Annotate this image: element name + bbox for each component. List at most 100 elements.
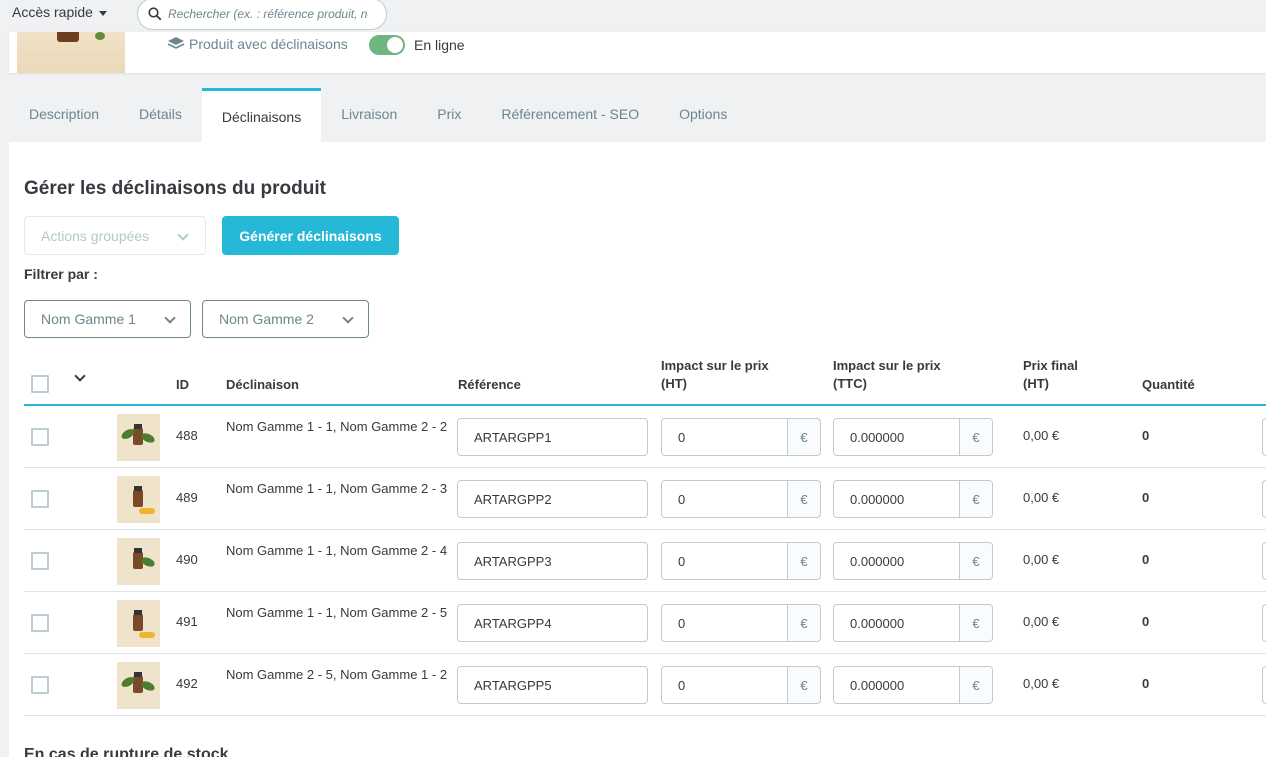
- row-quantity: 0: [1142, 428, 1150, 443]
- reference-input[interactable]: [457, 542, 648, 580]
- col-quantity: Quantité: [1142, 377, 1195, 392]
- layers-icon: [167, 37, 185, 49]
- impact-ttc-field[interactable]: €: [833, 604, 993, 642]
- impact-ht-input[interactable]: [662, 667, 787, 703]
- col-impact-ht-line1: Impact sur le prix: [661, 358, 769, 373]
- reference-input[interactable]: [457, 604, 648, 642]
- quick-access-menu[interactable]: Accès rapide: [12, 4, 107, 20]
- table-row: 490 Nom Gamme 1 - 1, Nom Gamme 2 - 4 € €…: [24, 530, 1266, 592]
- impact-ht-input[interactable]: [662, 543, 787, 579]
- tab-description[interactable]: Description: [9, 88, 119, 142]
- row-quantity: 0: [1142, 490, 1150, 505]
- tab-details[interactable]: Détails: [119, 88, 202, 142]
- bulk-actions-label: Actions groupées: [41, 227, 150, 244]
- filter-label: Filtrer par :: [24, 266, 98, 282]
- euro-addon: €: [787, 481, 820, 517]
- out-of-stock-title: En cas de rupture de stock: [24, 746, 229, 757]
- row-extra-field[interactable]: [1262, 542, 1266, 580]
- select-all-checkbox[interactable]: [31, 375, 49, 393]
- row-extra-field[interactable]: [1262, 604, 1266, 642]
- filter-select-gamme-2[interactable]: Nom Gamme 2: [202, 300, 369, 338]
- impact-ttc-input[interactable]: [834, 667, 959, 703]
- impact-ttc-field[interactable]: €: [833, 542, 993, 580]
- col-impact-ht: Impact sur le prix (HT): [661, 357, 769, 393]
- col-declinaison: Déclinaison: [226, 377, 299, 392]
- impact-ht-input[interactable]: [662, 605, 787, 641]
- euro-addon: €: [787, 667, 820, 703]
- row-checkbox[interactable]: [31, 490, 49, 508]
- row-thumbnail: [117, 600, 160, 647]
- row-thumbnail: [117, 476, 160, 523]
- caret-down-icon: [98, 10, 107, 16]
- product-tabs: Description Détails Déclinaisons Livrais…: [9, 88, 747, 142]
- col-final-line1: Prix final: [1023, 358, 1078, 373]
- row-final-price: 0,00 €: [1023, 614, 1060, 629]
- online-toggle[interactable]: [369, 35, 405, 55]
- col-final-line2: (HT): [1023, 376, 1049, 391]
- impact-ttc-input[interactable]: [834, 481, 959, 517]
- row-checkbox[interactable]: [31, 428, 49, 446]
- col-impact-ht-line2: (HT): [661, 376, 687, 391]
- table-header: ID Déclinaison Référence Impact sur le p…: [24, 354, 1266, 406]
- filter-label-gamme-1: Nom Gamme 1: [41, 311, 136, 327]
- row-final-price: 0,00 €: [1023, 552, 1060, 567]
- combinations-panel: Gérer les déclinaisons du produit Action…: [9, 142, 1266, 757]
- reference-input[interactable]: [457, 418, 648, 456]
- row-thumbnail: [117, 662, 160, 709]
- row-checkbox[interactable]: [31, 614, 49, 632]
- chevron-down-icon: [164, 312, 176, 324]
- reference-input[interactable]: [457, 666, 648, 704]
- euro-addon: €: [959, 419, 992, 455]
- row-id: 491: [176, 614, 198, 629]
- row-id: 488: [176, 428, 198, 443]
- chevron-down-icon[interactable]: [74, 370, 86, 382]
- tab-prix[interactable]: Prix: [417, 88, 481, 142]
- filter-label-gamme-2: Nom Gamme 2: [219, 311, 314, 327]
- tab-seo[interactable]: Référencement - SEO: [481, 88, 659, 142]
- col-impact-ttc-line1: Impact sur le prix: [833, 358, 941, 373]
- table-row: 492 Nom Gamme 2 - 5, Nom Gamme 1 - 2 € €…: [24, 654, 1266, 716]
- impact-ht-field[interactable]: €: [661, 604, 821, 642]
- row-thumbnail: [117, 414, 160, 461]
- impact-ht-field[interactable]: €: [661, 480, 821, 518]
- table-row: 488 Nom Gamme 1 - 1, Nom Gamme 2 - 2 € €…: [24, 406, 1266, 468]
- euro-addon: €: [787, 543, 820, 579]
- table-row: 489 Nom Gamme 1 - 1, Nom Gamme 2 - 3 € €…: [24, 468, 1266, 530]
- row-final-price: 0,00 €: [1023, 676, 1060, 691]
- reference-input[interactable]: [457, 480, 648, 518]
- impact-ht-field[interactable]: €: [661, 666, 821, 704]
- bulk-actions-button[interactable]: Actions groupées: [24, 216, 206, 255]
- impact-ttc-field[interactable]: €: [833, 666, 993, 704]
- impact-ht-input[interactable]: [662, 419, 787, 455]
- euro-addon: €: [959, 667, 992, 703]
- euro-addon: €: [959, 481, 992, 517]
- search-input[interactable]: [168, 7, 368, 21]
- tab-options[interactable]: Options: [659, 88, 747, 142]
- table-row: 491 Nom Gamme 1 - 1, Nom Gamme 2 - 5 € €…: [24, 592, 1266, 654]
- impact-ht-field[interactable]: €: [661, 418, 821, 456]
- tab-declinaisons[interactable]: Déclinaisons: [201, 88, 322, 142]
- impact-ttc-input[interactable]: [834, 605, 959, 641]
- search-box[interactable]: [137, 0, 387, 30]
- impact-ht-field[interactable]: €: [661, 542, 821, 580]
- row-checkbox[interactable]: [31, 552, 49, 570]
- impact-ttc-input[interactable]: [834, 419, 959, 455]
- generate-combinations-button[interactable]: Générer déclinaisons: [222, 216, 399, 255]
- impact-ttc-field[interactable]: €: [833, 480, 993, 518]
- search-icon: [148, 7, 162, 21]
- col-id: ID: [176, 377, 189, 392]
- row-checkbox[interactable]: [31, 676, 49, 694]
- chevron-down-icon: [342, 312, 354, 324]
- tab-livraison[interactable]: Livraison: [321, 88, 417, 142]
- impact-ht-input[interactable]: [662, 481, 787, 517]
- impact-ttc-field[interactable]: €: [833, 418, 993, 456]
- row-extra-field[interactable]: [1262, 480, 1266, 518]
- impact-ttc-input[interactable]: [834, 543, 959, 579]
- product-image: [17, 32, 125, 73]
- product-type-label: Produit avec déclinaisons: [189, 36, 348, 52]
- row-extra-field[interactable]: [1262, 418, 1266, 456]
- filter-select-gamme-1[interactable]: Nom Gamme 1: [24, 300, 191, 338]
- row-quantity: 0: [1142, 552, 1150, 567]
- row-id: 490: [176, 552, 198, 567]
- row-extra-field[interactable]: [1262, 666, 1266, 704]
